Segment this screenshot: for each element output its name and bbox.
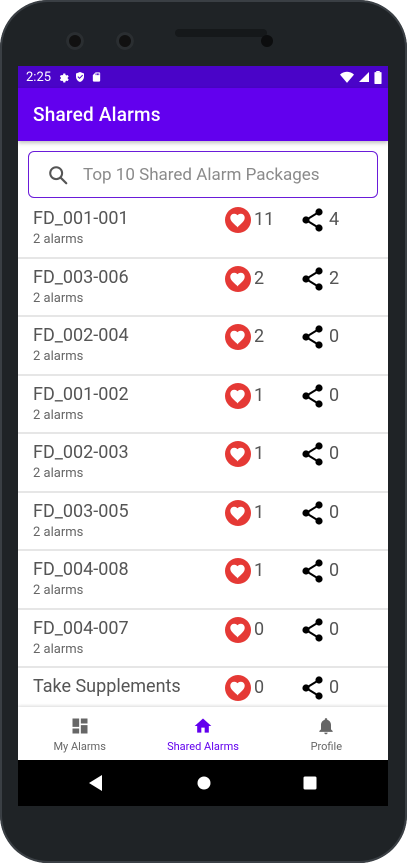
package-name: FD_004-008 xyxy=(33,559,129,580)
status-time: 2:25 xyxy=(26,69,52,85)
package-name: FD_003-006 xyxy=(33,266,129,288)
list-item[interactable]: FD_002-004 2 alarms 2 0 xyxy=(18,317,388,376)
proximity-sensor xyxy=(261,35,273,47)
heart-icon[interactable] xyxy=(225,382,251,409)
share-count: 0 xyxy=(329,384,340,406)
nav-shared-alarms[interactable]: Shared Alarms xyxy=(141,707,264,760)
share-count: 0 xyxy=(329,560,340,581)
alarm-count: 2 alarms xyxy=(33,524,84,540)
app-bar: Shared Alarms xyxy=(18,88,388,141)
home-icon xyxy=(194,718,212,733)
alarm-count: 2 alarms xyxy=(33,641,84,657)
package-name: Take Supplements xyxy=(33,676,181,697)
battery-icon xyxy=(374,70,382,84)
package-name: FD_001-001 xyxy=(33,208,129,229)
like-count: 0 xyxy=(254,677,265,698)
alarm-count: 2 alarms xyxy=(33,349,84,364)
like-count: 0 xyxy=(254,618,265,640)
nav-label-my-alarms: My Alarms xyxy=(53,739,106,753)
alarm-count: 2 alarms xyxy=(33,466,84,481)
list-item[interactable]: FD_001-002 2 alarms 1 0 xyxy=(18,376,388,434)
app-screen: 2:25 Shared Alarms Top 10 Shared Alarm P… xyxy=(18,66,388,760)
search-input[interactable]: Top 10 Shared Alarm Packages xyxy=(28,151,378,198)
package-name: FD_001-002 xyxy=(33,383,129,405)
like-count: 1 xyxy=(254,384,265,406)
share-icon[interactable] xyxy=(302,208,324,232)
share-icon[interactable] xyxy=(302,383,324,408)
heart-icon[interactable] xyxy=(225,265,251,292)
heart-icon[interactable] xyxy=(225,616,251,643)
share-icon[interactable] xyxy=(302,676,324,700)
share-count: 0 xyxy=(329,501,340,523)
share-count: 0 xyxy=(329,443,340,464)
sd-card-icon xyxy=(92,72,101,82)
list-item[interactable]: FD_001-001 2 alarms 11 4 xyxy=(18,200,388,259)
share-icon[interactable] xyxy=(302,500,324,525)
like-count: 1 xyxy=(254,443,265,464)
phone-top-bezel xyxy=(18,20,389,66)
package-name: FD_004-007 xyxy=(33,617,129,639)
list-item[interactable]: FD_003-006 2 alarms 2 2 xyxy=(18,259,388,317)
like-count: 11 xyxy=(254,209,275,230)
heart-icon[interactable] xyxy=(225,441,251,467)
heart-icon[interactable] xyxy=(225,558,251,584)
alarm-count: 2 alarms xyxy=(33,407,84,423)
package-name: FD_002-004 xyxy=(33,325,129,346)
share-count: 0 xyxy=(329,618,340,640)
shared-alarm-list: FD_001-001 2 alarms 11 4 FD_003-006 2 al… xyxy=(18,200,388,708)
share-count: 4 xyxy=(329,209,340,230)
list-item[interactable]: FD_002-003 2 alarms 1 0 xyxy=(18,434,388,493)
system-navigation-bar xyxy=(18,760,388,806)
share-icon[interactable] xyxy=(302,325,324,349)
share-count: 0 xyxy=(329,326,340,347)
list-item[interactable]: Take Supplements 0 0 xyxy=(18,668,388,708)
page-title: Shared Alarms xyxy=(33,103,161,126)
like-count: 1 xyxy=(254,501,265,523)
heart-icon[interactable] xyxy=(225,207,251,233)
nav-label-profile: Profile xyxy=(310,739,343,753)
signal-icon xyxy=(359,72,369,82)
dashboard-icon xyxy=(72,718,88,733)
list-item[interactable]: FD_003-005 2 alarms 1 0 xyxy=(18,493,388,551)
package-name: FD_003-005 xyxy=(33,500,129,522)
search-icon xyxy=(49,165,68,184)
search-placeholder: Top 10 Shared Alarm Packages xyxy=(83,164,320,185)
share-icon[interactable] xyxy=(302,617,324,642)
status-bar: 2:25 xyxy=(18,66,388,88)
share-icon[interactable] xyxy=(302,559,324,583)
shield-icon xyxy=(76,72,85,82)
nav-profile[interactable]: Profile xyxy=(265,707,388,760)
wifi-icon xyxy=(340,71,354,83)
heart-icon[interactable] xyxy=(225,675,251,701)
home-circle-icon[interactable] xyxy=(197,776,211,790)
like-count: 2 xyxy=(254,267,265,289)
package-name: FD_002-003 xyxy=(33,442,129,463)
alarm-count: 2 alarms xyxy=(33,232,84,247)
share-count: 0 xyxy=(329,677,340,698)
recent-apps-icon[interactable] xyxy=(303,776,317,790)
alarm-count: 2 alarms xyxy=(33,290,84,306)
nav-label-shared-alarms: Shared Alarms xyxy=(167,739,239,753)
back-icon[interactable] xyxy=(88,774,104,792)
nav-my-alarms[interactable]: My Alarms xyxy=(18,707,141,760)
heart-icon[interactable] xyxy=(225,499,251,526)
bell-icon xyxy=(319,717,333,734)
list-item[interactable]: FD_004-008 2 alarms 1 0 xyxy=(18,551,388,610)
earpiece-speaker xyxy=(175,29,267,37)
like-count: 1 xyxy=(254,560,265,581)
bottom-navigation: My Alarms Shared Alarms Profile xyxy=(18,707,388,760)
heart-icon[interactable] xyxy=(225,324,251,350)
alarm-count: 2 alarms xyxy=(33,583,84,598)
front-camera-icon xyxy=(66,32,84,50)
gear-icon xyxy=(59,73,69,83)
list-item[interactable]: FD_004-007 2 alarms 0 0 xyxy=(18,610,388,668)
share-count: 2 xyxy=(329,267,340,289)
share-icon[interactable] xyxy=(302,266,324,291)
like-count: 2 xyxy=(254,326,265,347)
front-camera-icon xyxy=(116,32,134,50)
share-icon[interactable] xyxy=(302,442,324,466)
